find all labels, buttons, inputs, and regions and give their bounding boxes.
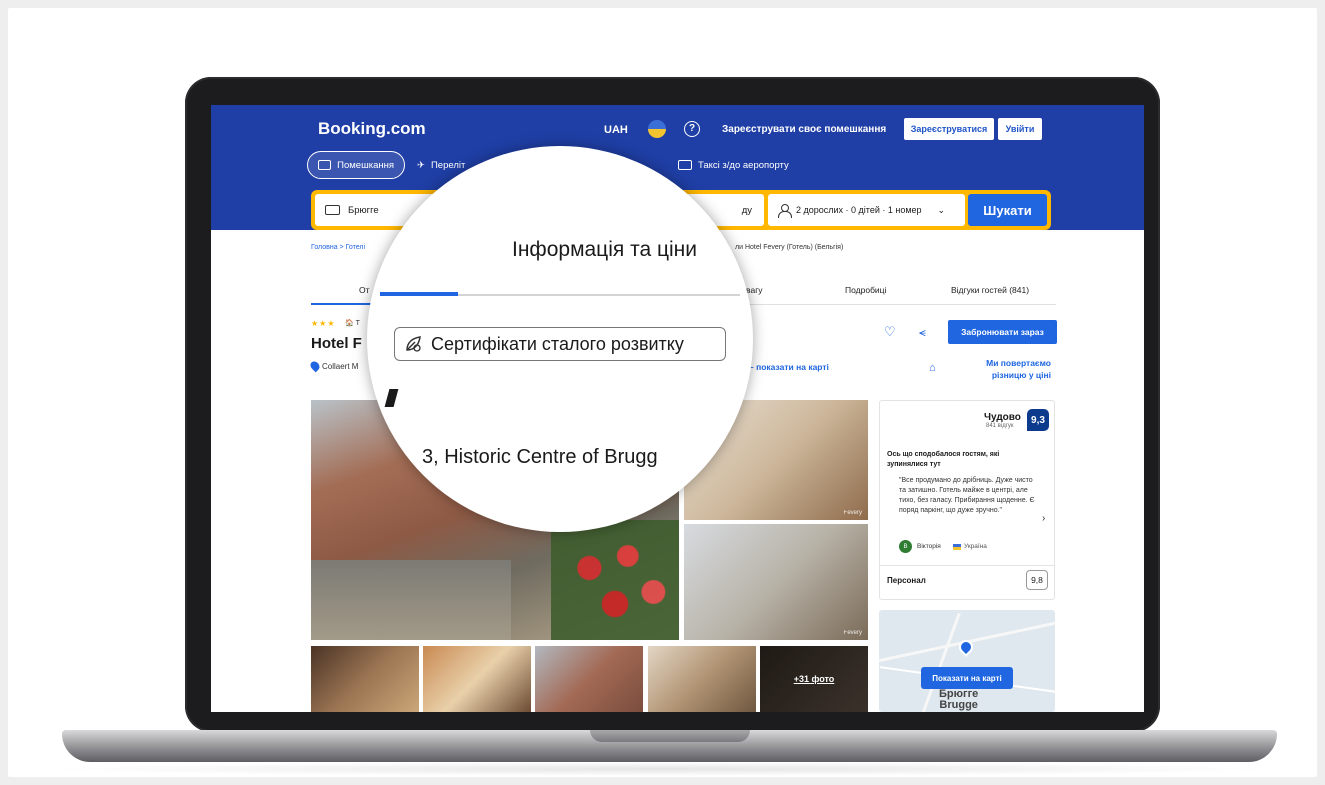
magnifier-overlay: Інформація та ціни Сертифікати сталого р… (367, 146, 753, 532)
booking-logo[interactable]: Booking.com (318, 119, 426, 139)
staff-rating-score: 9,8 (1026, 570, 1048, 590)
price-tag-icon: ⌂ (929, 362, 936, 374)
breadcrumb[interactable]: Головна > Готелі (311, 244, 365, 251)
star-rating: ★★★ (311, 319, 336, 328)
currency-selector[interactable]: UAH (604, 124, 628, 136)
hotel-name: Hotel F (311, 335, 362, 352)
laptop-shadow (40, 762, 1285, 776)
nav-tab-flights-label: Переліт (430, 159, 466, 171)
photo-bathroom[interactable]: Fevery (684, 524, 868, 640)
photo-thumb-4[interactable] (648, 646, 756, 712)
bed-icon (325, 205, 340, 215)
magnified-tab-info-prices[interactable]: Інформація та ціни (512, 238, 697, 262)
book-now-button[interactable]: Забронювати зараз (948, 320, 1057, 344)
help-icon[interactable]: ? (684, 121, 700, 137)
more-photos-link[interactable]: +31 фото (760, 646, 868, 712)
login-button[interactable]: Увійти (998, 118, 1042, 140)
guests-liked-title: Ось що сподобалося гостям, які зупинялис… (887, 451, 1000, 468)
sustainability-certificate-label: Сертифікати сталого розвитку (431, 333, 684, 354)
staff-rating-label: Персонал (887, 576, 926, 585)
photo-thumb-2[interactable] (423, 646, 531, 712)
tab-reviews[interactable]: Відгуки гостей (841) (951, 285, 1029, 295)
magnified-address: 3, Historic Centre of Brugg (422, 446, 658, 468)
plane-icon: ✈ (417, 159, 425, 171)
chevron-down-icon: ⌄ (937, 204, 946, 215)
reviewer-name: Вікторія (917, 543, 941, 550)
list-property-link[interactable]: Зареєструвати своє помешкання (722, 124, 886, 135)
location-pin-icon (308, 359, 322, 373)
ukraine-flag-icon (953, 544, 961, 550)
panel-divider (879, 565, 1055, 566)
review-quote: "Все продумано до дрібниць. Дуже чисто т… (899, 477, 1035, 514)
eco-certificate-icon (406, 336, 421, 352)
avatar: В (899, 540, 912, 553)
tab-overview[interactable]: От (359, 285, 370, 295)
register-button[interactable]: Зареєструватися (904, 118, 994, 140)
photo-street (311, 560, 511, 640)
heart-icon[interactable]: ♡ (884, 325, 898, 339)
bed-icon (318, 160, 332, 170)
dates-value: ду (741, 204, 752, 216)
photo-thumb-1[interactable] (311, 646, 419, 712)
breadcrumb-current: ли Hotel Fevery (Готель) (Бельгія) (735, 244, 844, 251)
nav-tab-taxi-label: Таксі з/до аеропорту (698, 159, 789, 171)
hotel-address: Collaert M (308, 359, 359, 373)
taxi-icon (678, 160, 692, 170)
show-on-map-link[interactable]: – показати на карті (749, 362, 829, 372)
photo-watermark: Fevery (843, 510, 862, 516)
guests-value: 2 дорослих · 0 дітей · 1 номер (796, 205, 922, 215)
destination-value: Брюгге (348, 204, 379, 216)
share-icon[interactable]: ⪪ (919, 325, 933, 339)
rating-word: Чудово (984, 412, 1021, 423)
reviewer-country: Україна (964, 543, 987, 550)
guests-selector[interactable]: 2 дорослих · 0 дітей · 1 номер ⌄ (768, 194, 965, 226)
ukraine-flag-icon[interactable] (648, 120, 666, 138)
magnified-pin-fragment (384, 389, 399, 407)
laptop-notch (590, 730, 750, 742)
chevron-right-icon[interactable]: › (1042, 513, 1045, 524)
map-city-en: Brugge (939, 699, 978, 711)
map-city-label: Брюгге Brugge (939, 689, 978, 711)
review-count: 841 відгук (986, 423, 1014, 429)
nav-tab-stays-label: Помешкання (337, 159, 394, 171)
show-on-map-button[interactable]: Показати на карті (921, 667, 1013, 689)
property-type-badge: 🏠 Т (345, 320, 360, 327)
photo-thumb-3[interactable] (535, 646, 643, 712)
price-match-link[interactable]: Ми повертаємо різницю у ціні (976, 357, 1051, 381)
search-button[interactable]: Шукати (968, 194, 1047, 226)
photo-flowers (551, 520, 679, 640)
magnified-tab-indicator (380, 292, 458, 296)
person-icon (778, 203, 792, 218)
hotel-address-text: Collaert M (322, 361, 359, 371)
tab-details[interactable]: Подробиці (845, 285, 886, 295)
nav-tab-taxi[interactable]: Таксі з/до аеропорту (678, 151, 789, 179)
review-score-badge[interactable]: 9,3 (1027, 409, 1049, 431)
nav-tab-stays[interactable]: Помешкання (307, 151, 405, 179)
photo-watermark: Fevery (843, 630, 862, 636)
sustainability-certificate-badge[interactable]: Сертифікати сталого розвитку (394, 327, 726, 361)
